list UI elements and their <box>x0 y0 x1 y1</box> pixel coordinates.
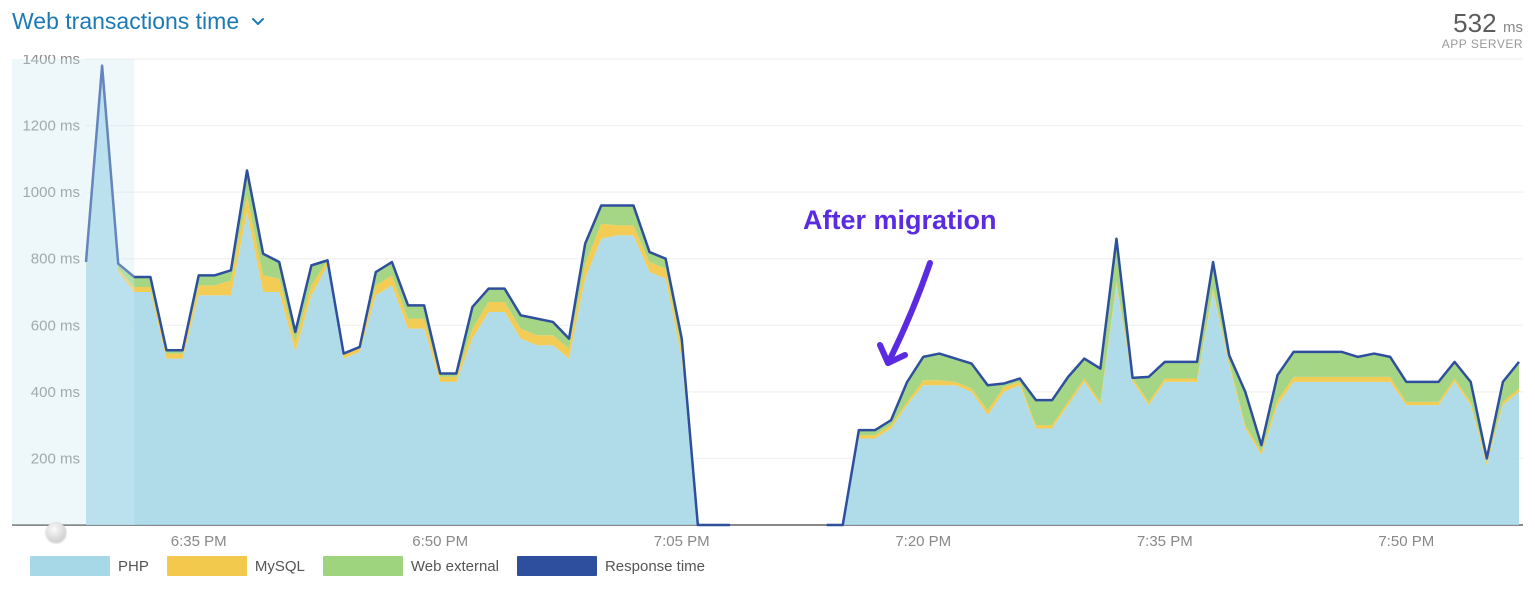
legend: PHP MySQL Web external Response time <box>12 550 1523 576</box>
chart-header: Web transactions time 532 ms APP SERVER <box>12 8 1523 51</box>
legend-swatch <box>323 556 403 576</box>
legend-swatch <box>167 556 247 576</box>
svg-text:6:35 PM: 6:35 PM <box>171 533 227 550</box>
svg-text:7:20 PM: 7:20 PM <box>895 533 951 550</box>
legend-item[interactable]: Response time <box>517 556 705 576</box>
chart-svg: 200 ms400 ms600 ms800 ms1000 ms1200 ms14… <box>12 55 1523 550</box>
legend-label: Response time <box>605 558 705 575</box>
chart-area[interactable]: 200 ms400 ms600 ms800 ms1000 ms1200 ms14… <box>12 55 1523 550</box>
metric-unit: ms <box>1503 19 1523 36</box>
legend-swatch <box>30 556 110 576</box>
annotation-arrow-icon <box>872 255 952 385</box>
metric-label: APP SERVER <box>1442 37 1523 51</box>
summary-metric: 532 ms APP SERVER <box>1442 8 1523 51</box>
time-range-handle[interactable] <box>46 522 66 542</box>
metric-value: 532 <box>1453 8 1496 38</box>
chevron-down-icon <box>251 15 265 29</box>
svg-text:7:50 PM: 7:50 PM <box>1378 533 1434 550</box>
svg-text:7:05 PM: 7:05 PM <box>654 533 710 550</box>
legend-label: PHP <box>118 558 149 575</box>
legend-swatch <box>517 556 597 576</box>
legend-item[interactable]: PHP <box>30 556 149 576</box>
legend-label: Web external <box>411 558 499 575</box>
svg-text:7:35 PM: 7:35 PM <box>1137 533 1193 550</box>
chart-title: Web transactions time <box>12 8 239 35</box>
svg-text:6:50 PM: 6:50 PM <box>412 533 468 550</box>
chart-title-dropdown[interactable]: Web transactions time <box>12 8 265 35</box>
legend-item[interactable]: MySQL <box>167 556 305 576</box>
legend-item[interactable]: Web external <box>323 556 499 576</box>
legend-label: MySQL <box>255 558 305 575</box>
